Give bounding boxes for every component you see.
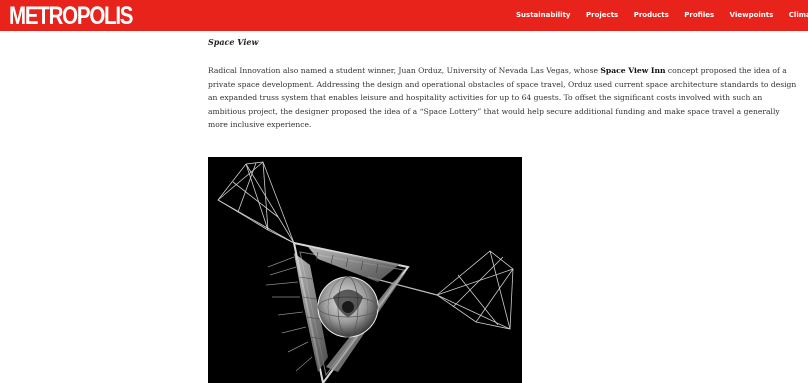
metropolis-logo[interactable]: METROPOLIS — [9, 3, 133, 29]
nav-item-products[interactable]: Products — [634, 0, 669, 31]
paragraph-bold-project-name: Space View Inn — [600, 66, 666, 75]
nav-item-sustainability[interactable]: Sustainability — [516, 0, 571, 31]
nav-item-viewpoints[interactable]: Viewpoints — [730, 0, 774, 31]
nav-item-climate[interactable]: Climat — [789, 0, 808, 31]
nav-item-projects[interactable]: Projects — [586, 0, 618, 31]
paragraph-text-end: concept proposed the idea of a private s… — [208, 66, 797, 130]
right-truss — [436, 250, 514, 330]
upper-left-truss — [217, 161, 295, 244]
nav-item-profiles[interactable]: Profiles — [684, 0, 714, 31]
site-header: METROPOLIS Sustainability Projects Product… — [0, 0, 808, 31]
article-figure[interactable] — [208, 157, 522, 383]
space-station-render — [217, 161, 514, 383]
paragraph-text-start: Radical Innovation also named a student … — [208, 66, 601, 75]
article-heading: Space View — [208, 37, 259, 47]
central-sphere — [317, 276, 379, 338]
article-paragraph: Radical Innovation also named a student … — [208, 64, 798, 132]
main-nav: Sustainability Projects Products Profiles Vi… — [516, 0, 808, 31]
